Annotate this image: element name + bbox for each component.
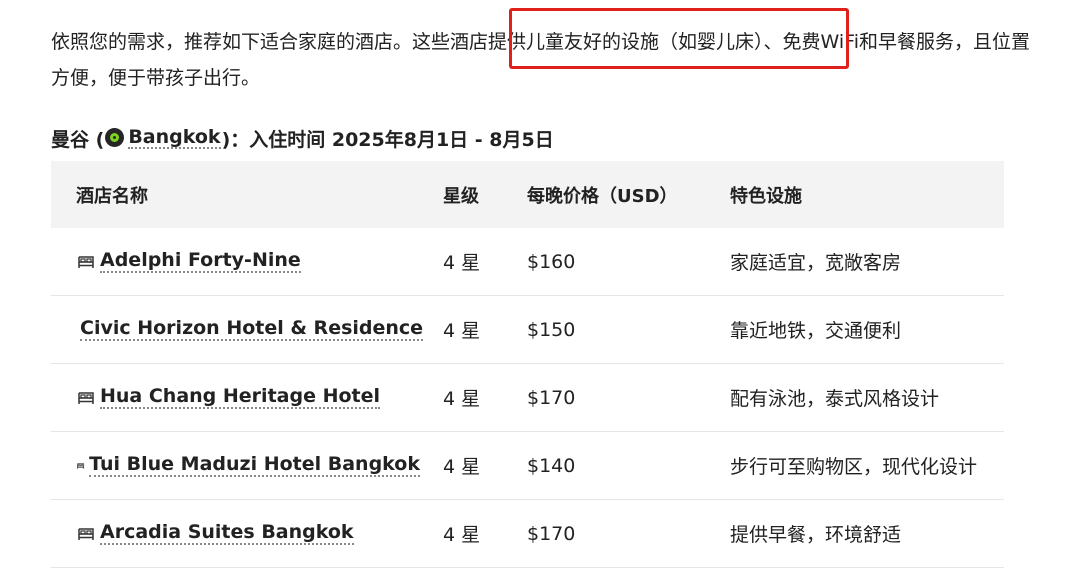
features-cell: 步行可至购物区，现代化设计	[730, 456, 978, 478]
hotel-name-cell: Arcadia Suites Bangkok	[51, 521, 420, 546]
header-hotel-name: 酒店名称	[76, 185, 148, 207]
stars-cell: 4 星	[443, 456, 481, 478]
hotel-link[interactable]: Tui Blue Maduzi Hotel Bangkok	[89, 453, 420, 478]
table-row: Tui Blue Maduzi Hotel Bangkok 4 星 $140 步…	[51, 432, 1004, 500]
bed-icon	[78, 527, 94, 540]
highlight-annotation-box	[509, 8, 849, 69]
location-link[interactable]: Bangkok	[128, 126, 221, 150]
heading-suffix: )：入住时间 2025年8月1日 - 8月5日	[221, 128, 554, 151]
hotel-table: 酒店名称 星级 每晚价格（USD） 特色设施 Adelphi Forty-Nin…	[51, 161, 1004, 568]
features-cell: 家庭适宜，宽敞客房	[730, 252, 902, 274]
hotel-link[interactable]: Adelphi Forty-Nine	[100, 249, 301, 274]
hotel-name-cell: Tui Blue Maduzi Hotel Bangkok	[51, 453, 420, 478]
header-stars: 星级	[443, 185, 479, 207]
hotel-name-cell: Adelphi Forty-Nine	[51, 249, 420, 274]
header-price: 每晚价格（USD）	[527, 185, 678, 207]
heading-prefix: 曼谷 (	[51, 128, 105, 151]
stars-cell: 4 星	[443, 524, 481, 546]
hotel-link[interactable]: Hua Chang Heritage Hotel	[100, 385, 381, 410]
price-cell: $140	[527, 454, 576, 477]
price-cell: $150	[527, 318, 576, 341]
stars-cell: 4 星	[443, 252, 481, 274]
bed-icon	[78, 391, 94, 404]
hotel-link[interactable]: Civic Horizon Hotel & Residence	[80, 317, 424, 342]
table-row: Civic Horizon Hotel & Residence 4 星 $150…	[51, 296, 1004, 364]
features-cell: 提供早餐，环境舒适	[730, 524, 902, 546]
bed-icon	[77, 462, 85, 469]
hotel-name-cell: Hua Chang Heritage Hotel	[51, 385, 420, 410]
price-cell: $170	[527, 386, 576, 409]
features-cell: 靠近地铁，交通便利	[730, 320, 902, 342]
hotel-name-cell: Civic Horizon Hotel & Residence	[51, 317, 424, 342]
stars-cell: 4 星	[443, 320, 481, 342]
table-header: 酒店名称 星级 每晚价格（USD） 特色设施	[51, 161, 1004, 228]
section-heading: 曼谷 ( Bangkok )：入住时间 2025年8月1日 - 8月5日	[51, 122, 554, 154]
bed-icon	[78, 255, 94, 268]
stars-cell: 4 星	[443, 388, 481, 410]
price-cell: $160	[527, 250, 576, 273]
header-features: 特色设施	[730, 185, 802, 207]
hotel-link[interactable]: Arcadia Suites Bangkok	[100, 521, 354, 546]
features-cell: 配有泳池，泰式风格设计	[730, 388, 940, 410]
location-pin-icon	[105, 128, 125, 148]
table-row: Arcadia Suites Bangkok 4 星 $170 提供早餐，环境舒…	[51, 500, 1004, 568]
location-chip[interactable]: Bangkok	[105, 126, 221, 150]
price-cell: $170	[527, 522, 576, 545]
table-row: Hua Chang Heritage Hotel 4 星 $170 配有泳池，泰…	[51, 364, 1004, 432]
table-row: Adelphi Forty-Nine 4 星 $160 家庭适宜，宽敞客房	[51, 228, 1004, 296]
